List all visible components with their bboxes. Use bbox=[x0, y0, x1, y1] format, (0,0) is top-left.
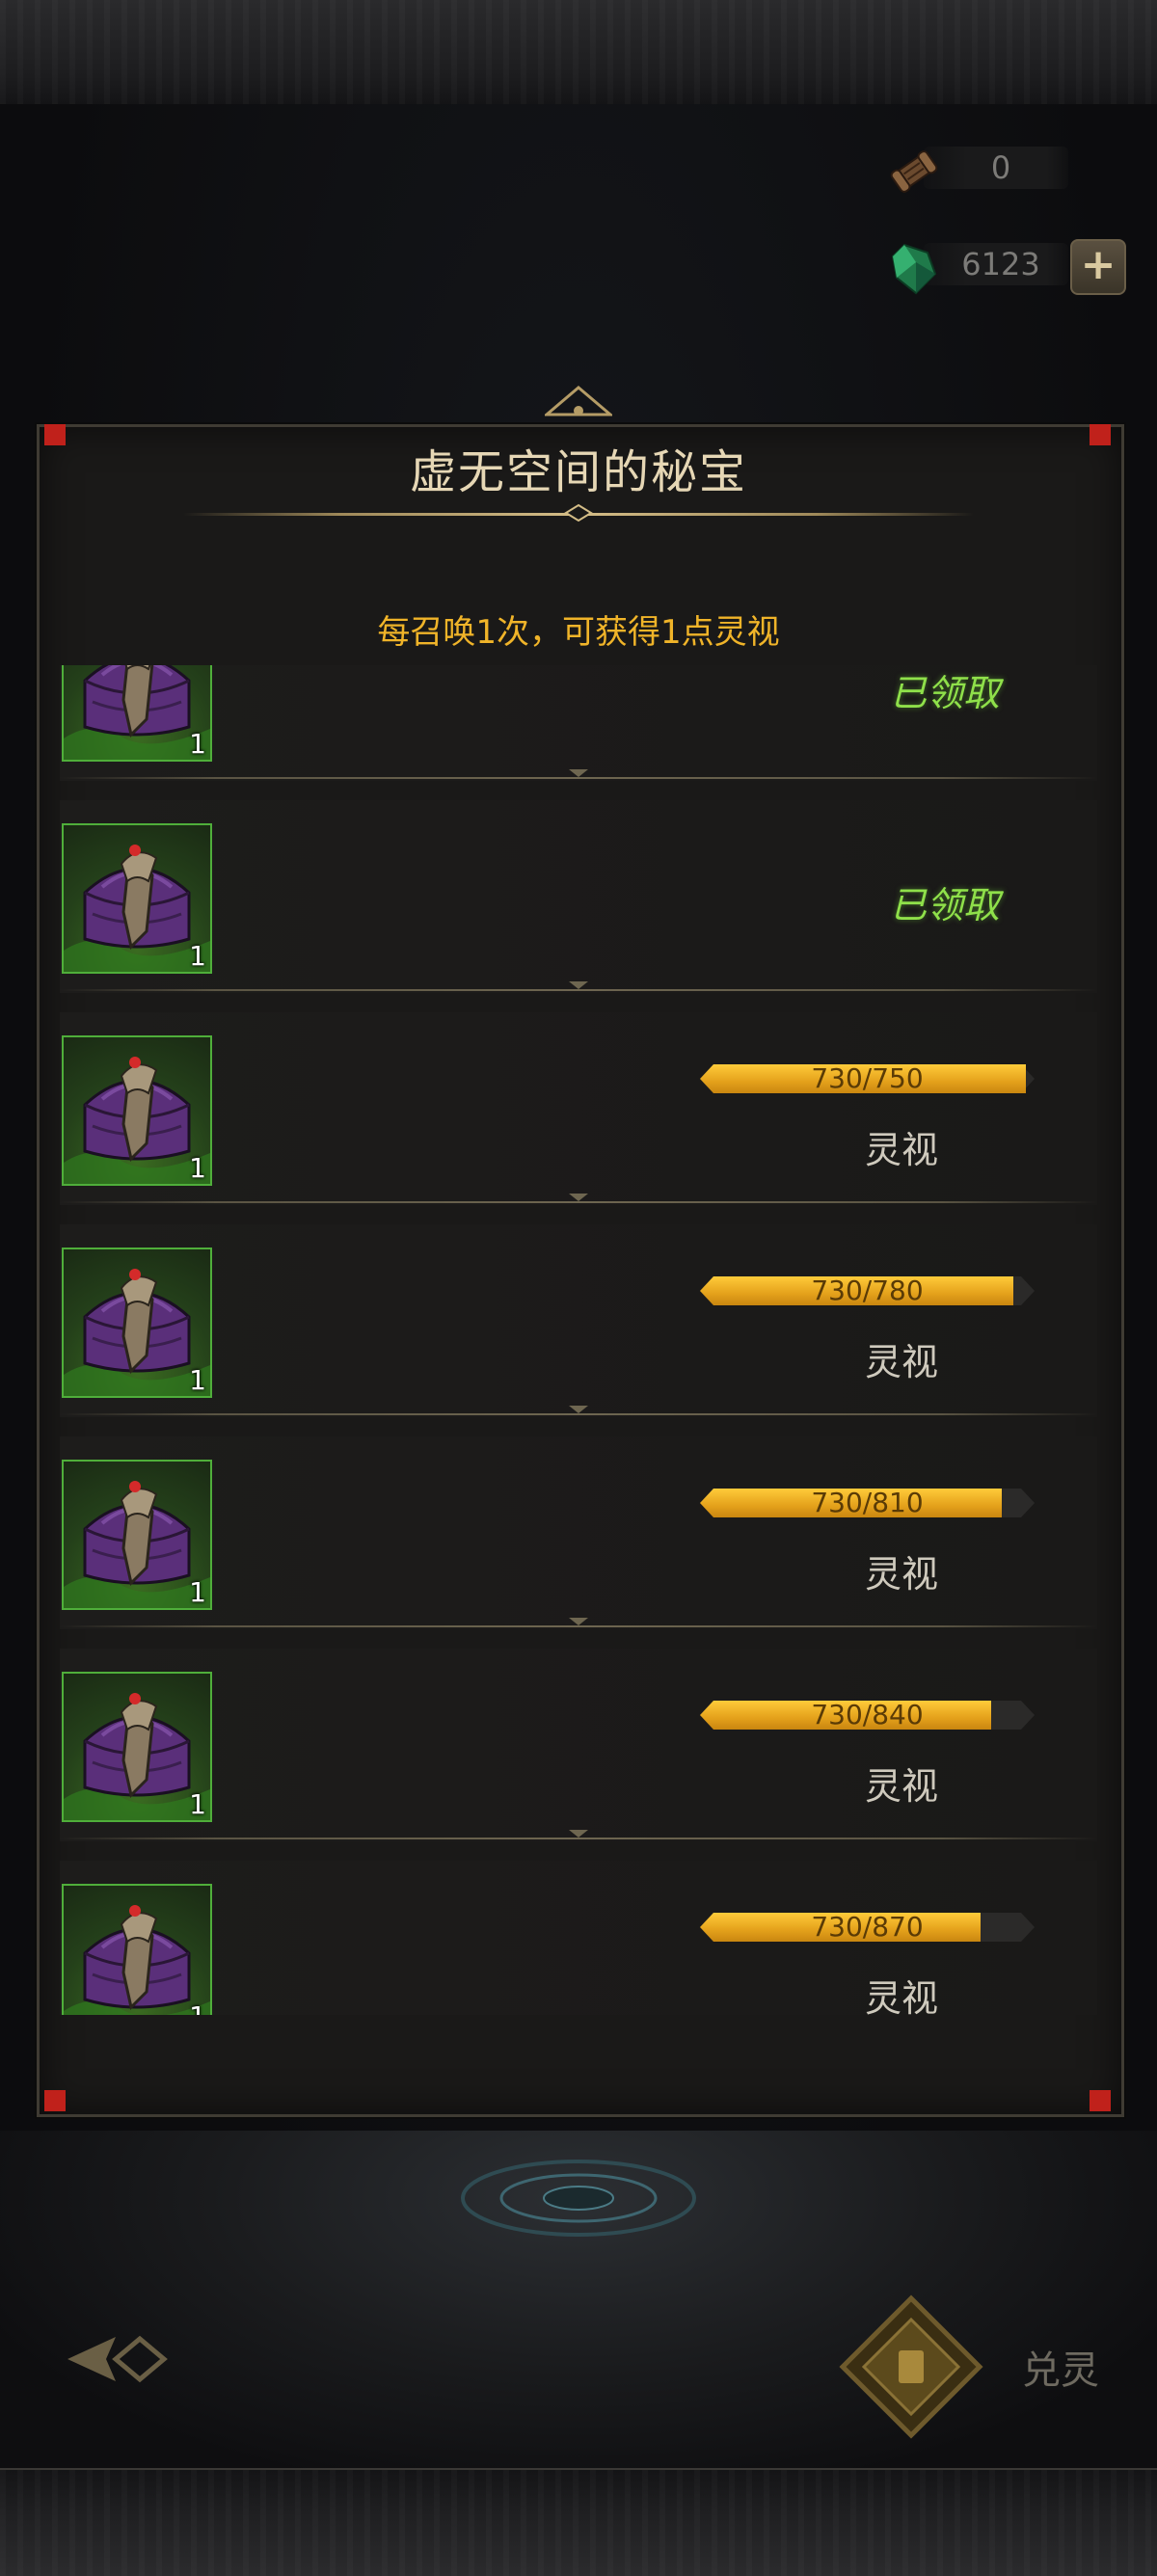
progress-text: 730/780 bbox=[811, 1275, 924, 1306]
reward-row[interactable]: 1 730/870 灵视 bbox=[39, 1861, 1118, 2015]
chevron-down-icon bbox=[569, 1830, 588, 1838]
item-count: 1 bbox=[189, 940, 206, 972]
back-arrow-button[interactable] bbox=[58, 2325, 174, 2393]
treasure-chest-icon[interactable]: 1 bbox=[62, 1248, 212, 1398]
treasure-chest-icon[interactable]: 1 bbox=[62, 665, 212, 762]
treasure-chest-icon[interactable]: 1 bbox=[62, 823, 212, 974]
progress-bar: 730/810 bbox=[700, 1489, 1035, 1517]
chevron-down-icon bbox=[569, 769, 588, 777]
item-count: 1 bbox=[189, 1152, 206, 1184]
reward-row[interactable]: 1 730/840 灵视 bbox=[39, 1649, 1118, 1861]
progress-text: 730/750 bbox=[811, 1062, 924, 1094]
reward-label: 灵视 bbox=[864, 1553, 938, 1596]
reward-row[interactable]: 1 730/780 灵视 bbox=[39, 1224, 1118, 1436]
item-count: 1 bbox=[189, 1364, 206, 1396]
progress-text: 730/870 bbox=[811, 1911, 924, 1943]
reward-row[interactable]: 1 已领取 bbox=[39, 800, 1118, 1012]
exchange-label: 兑灵 bbox=[1022, 2348, 1099, 2393]
progress-text: 730/840 bbox=[811, 1699, 924, 1731]
reward-label: 灵视 bbox=[864, 1765, 938, 1808]
progress-bar: 730/750 bbox=[700, 1064, 1035, 1093]
panel-corner bbox=[44, 424, 66, 445]
gem-count: 6123 bbox=[961, 246, 1040, 282]
item-count: 1 bbox=[189, 728, 206, 760]
title-ornament-icon bbox=[545, 386, 612, 416]
panel-corner bbox=[44, 2090, 66, 2111]
reward-list[interactable]: 1 已领取 1 已领取 1 730/750 灵视 1 730/780 灵视 1 730/810… bbox=[39, 665, 1118, 2015]
reward-row[interactable]: 1 730/750 灵视 bbox=[39, 1012, 1118, 1224]
chevron-down-icon bbox=[569, 1618, 588, 1625]
panel-title: 虚无空间的秘宝 bbox=[409, 445, 747, 499]
panel-subtitle: 每召唤1次，可获得1点灵视 bbox=[377, 613, 780, 652]
chevron-down-icon bbox=[569, 981, 588, 989]
treasure-chest-icon[interactable]: 1 bbox=[62, 1884, 212, 2015]
panel-corner bbox=[1090, 424, 1111, 445]
currency-scroll: 0 bbox=[885, 143, 1126, 193]
claimed-status: 已领取 bbox=[889, 672, 1000, 714]
treasure-chest-icon[interactable]: 1 bbox=[62, 1035, 212, 1186]
top-decorative-bar bbox=[0, 0, 1157, 106]
progress-bar: 730/780 bbox=[700, 1276, 1035, 1305]
reward-row[interactable]: 1 730/810 灵视 bbox=[39, 1436, 1118, 1649]
row-background bbox=[60, 1436, 1097, 1629]
bottom-decorative-bar bbox=[0, 2468, 1157, 2576]
scroll-count: 0 bbox=[990, 149, 1011, 186]
treasure-chest-icon[interactable]: 1 bbox=[62, 1672, 212, 1822]
row-background bbox=[60, 1012, 1097, 1205]
title-diamond-icon bbox=[564, 503, 593, 523]
progress-bar: 730/870 bbox=[700, 1913, 1035, 1942]
item-count: 1 bbox=[189, 1576, 206, 1608]
item-count: 1 bbox=[189, 1788, 206, 1820]
reward-row[interactable]: 1 已领取 bbox=[39, 665, 1118, 800]
row-background bbox=[60, 1224, 1097, 1417]
chevron-down-icon bbox=[569, 1194, 588, 1201]
reward-label: 灵视 bbox=[864, 1129, 938, 1171]
chevron-down-icon bbox=[569, 1406, 588, 1413]
row-background bbox=[60, 1649, 1097, 1841]
progress-text: 730/810 bbox=[811, 1487, 924, 1518]
reward-label: 灵视 bbox=[864, 1977, 938, 2015]
reward-label: 灵视 bbox=[864, 1341, 938, 1383]
rune-circle-icon bbox=[461, 2160, 696, 2237]
progress-bar: 730/840 bbox=[700, 1701, 1035, 1730]
currency-gem: 6123 + bbox=[885, 239, 1126, 295]
panel-corner bbox=[1090, 2090, 1111, 2111]
exchange-spirit-button[interactable] bbox=[839, 2294, 983, 2439]
add-gem-button[interactable]: + bbox=[1070, 239, 1126, 295]
treasure-chest-icon[interactable]: 1 bbox=[62, 1460, 212, 1610]
item-count: 1 bbox=[189, 2000, 206, 2015]
claimed-status: 已领取 bbox=[889, 884, 1000, 926]
